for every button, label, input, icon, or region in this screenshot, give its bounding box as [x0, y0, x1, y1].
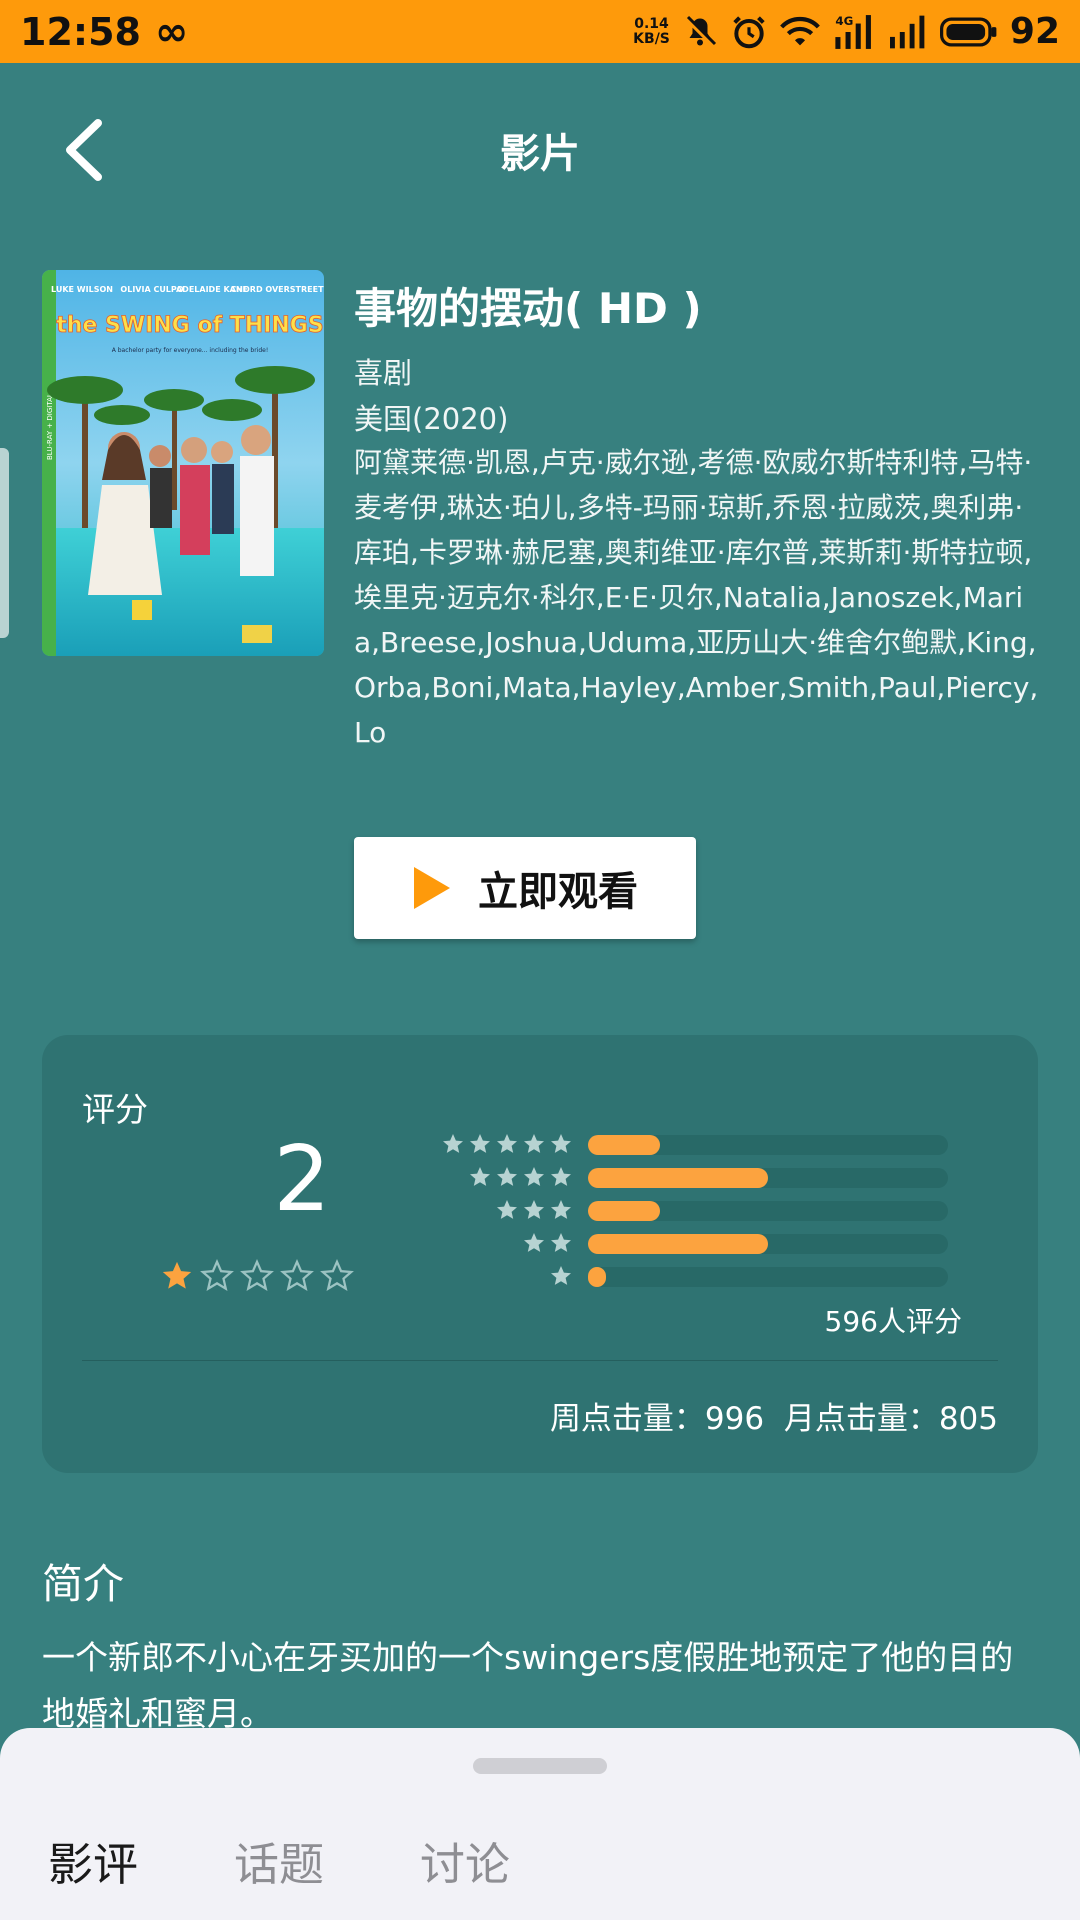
rating-dist-stars	[522, 1226, 573, 1259]
rating-score: 2	[273, 1127, 331, 1232]
movie-cast: 阿黛莱德·凯恩,卢克·威尔逊,考德·欧威尔斯特利特,马特·麦考伊,琳达·珀儿,多…	[354, 446, 1039, 749]
rating-card: 评分 2 596人评分 周点击量：996 月点击量：805	[42, 1035, 1038, 1473]
rating-dist-fill	[588, 1135, 660, 1155]
star-small-icon	[497, 1199, 517, 1219]
status-time: 12:58	[20, 9, 141, 54]
weekly-clicks: 周点击量：996	[549, 1401, 765, 1437]
poster-credit-1: LUKE WILSON	[51, 285, 113, 294]
star-small-icon	[524, 1166, 544, 1186]
star-empty-icon	[240, 1259, 274, 1291]
rating-dist-row	[408, 1259, 948, 1292]
svg-text:4G: 4G	[835, 14, 853, 28]
rating-distribution	[408, 1127, 948, 1292]
rating-dist-row	[408, 1127, 948, 1160]
intro-title: 简介	[42, 1560, 124, 1608]
movie-country-year: 美国(2020)	[354, 402, 509, 436]
rating-label: 评分	[82, 1090, 148, 1129]
battery-percent: 92	[1009, 11, 1060, 52]
watch-now-label: 立即观看	[478, 869, 638, 915]
net-speed-unit: KB/S	[633, 30, 670, 47]
star-small-icon	[524, 1232, 544, 1252]
signal-icon	[888, 14, 928, 50]
star-small-icon	[524, 1133, 544, 1153]
rating-dist-track	[588, 1201, 948, 1221]
status-right: 0.14 KB/S 4G 92	[633, 11, 1060, 52]
poster-tagline: A bachelor party for everyone... includi…	[112, 347, 269, 354]
poster-logo: the SWING of THINGS	[56, 313, 323, 338]
play-icon	[414, 867, 450, 909]
star-filled-icon	[162, 1261, 192, 1289]
star-small-icon	[524, 1199, 544, 1219]
rating-dist-track	[588, 1267, 948, 1287]
star-small-icon	[497, 1166, 517, 1186]
mute-icon	[682, 14, 718, 50]
star-small-icon	[551, 1265, 571, 1285]
rating-count: 596人评分	[824, 1305, 962, 1338]
4g-signal-icon: 4G	[832, 13, 876, 51]
edge-handle[interactable]	[0, 448, 9, 638]
star-empty-icon	[200, 1259, 234, 1291]
rating-dist-track	[588, 1135, 948, 1155]
star-small-icon	[551, 1199, 571, 1219]
watch-now-button[interactable]: 立即观看	[354, 837, 696, 939]
rating-dist-stars	[468, 1160, 573, 1193]
star-small-icon	[497, 1133, 517, 1153]
rating-dist-row	[408, 1226, 948, 1259]
intro-text: 一个新郎不小心在牙买加的一个swingers度假胜地预定了他的目的地婚礼和蜜月。	[42, 1638, 1014, 1733]
star-small-icon	[551, 1133, 571, 1153]
rating-dist-row	[408, 1193, 948, 1226]
rating-dist-fill	[588, 1168, 768, 1188]
alarm-icon	[730, 13, 768, 51]
divider	[82, 1360, 998, 1361]
click-stats: 周点击量：996 月点击量：805	[550, 1393, 998, 1438]
rating-dist-fill	[588, 1234, 768, 1254]
rating-dist-track	[588, 1168, 948, 1188]
rating-dist-track	[588, 1234, 948, 1254]
rating-dist-stars	[495, 1193, 573, 1226]
sheet-drag-handle[interactable]	[473, 1758, 607, 1774]
tab-discussion[interactable]: 讨论	[420, 1828, 510, 1893]
star-small-icon	[470, 1166, 490, 1186]
app-header: 影片	[0, 63, 1080, 223]
status-left: 12:58 ∞	[20, 9, 188, 55]
movie-genre: 喜剧	[354, 356, 413, 390]
star-small-icon	[551, 1232, 571, 1252]
rating-dist-stars	[549, 1259, 573, 1292]
rating-dist-stars	[441, 1127, 573, 1160]
star-small-icon	[443, 1133, 463, 1153]
movie-poster: BLU-RAY + DIGITAL LUKE WILSON OLIVIA CUL…	[42, 270, 324, 656]
monthly-clicks: 月点击量：805	[783, 1401, 998, 1437]
tab-reviews[interactable]: 影评	[48, 1828, 138, 1893]
wifi-icon	[780, 14, 820, 50]
star-small-icon	[551, 1166, 571, 1186]
infinity-icon: ∞	[154, 8, 189, 55]
poster-credit-2: OLIVIA CULPO	[120, 285, 183, 294]
poster-side-text: BLU-RAY + DIGITAL	[46, 393, 54, 460]
star-empty-icon	[280, 1259, 314, 1291]
tab-topics[interactable]: 话题	[234, 1828, 324, 1893]
net-speed: 0.14 KB/S	[633, 15, 670, 47]
rating-dist-fill	[588, 1201, 660, 1221]
status-bar: 12:58 ∞ 0.14 KB/S 4G 92	[0, 0, 1080, 63]
star-small-icon	[470, 1133, 490, 1153]
battery-icon	[939, 17, 998, 47]
star-empty-icon	[320, 1259, 354, 1291]
poster-credit-4: CHORD OVERSTREET	[230, 285, 324, 294]
net-speed-value: 0.14	[634, 15, 669, 32]
rating-dist-fill	[588, 1267, 606, 1287]
rating-dist-row	[408, 1160, 948, 1193]
bottom-sheet: 影评 话题 讨论	[0, 1728, 1080, 1920]
movie-title: 事物的摆动( HD )	[354, 284, 702, 333]
page-title: 影片	[500, 131, 580, 177]
rating-stars	[160, 1259, 354, 1293]
